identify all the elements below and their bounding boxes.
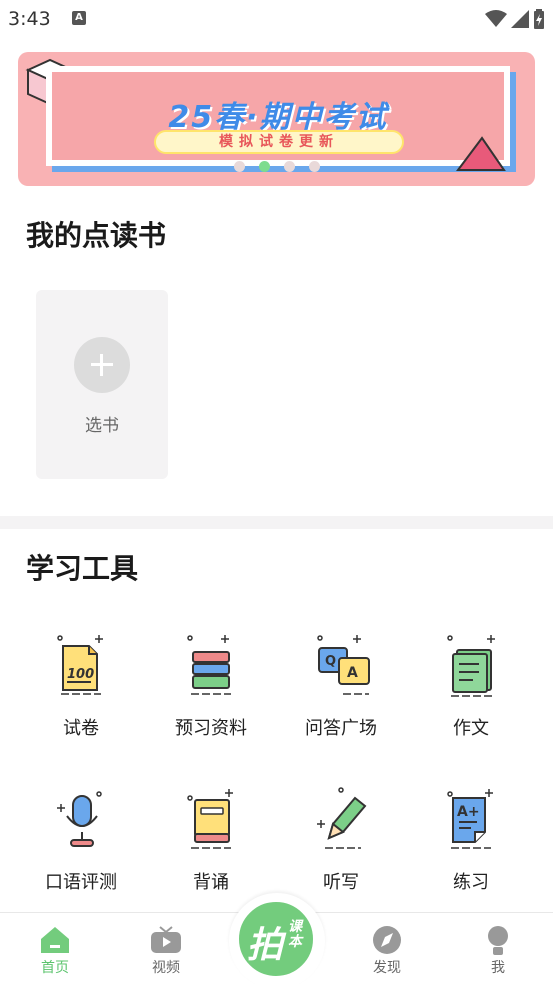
tool-dictation[interactable]: 听写 — [275, 786, 407, 896]
tool-exam[interactable]: 100 试卷 — [15, 632, 147, 742]
pencil-icon — [317, 787, 367, 849]
add-book-label: 选书 — [85, 416, 119, 436]
nav-label: 我 — [491, 960, 505, 976]
promo-banner[interactable]: 25春·期中考试 模拟试卷更新 — [18, 52, 535, 186]
center-button-small-label: 课本 — [288, 919, 302, 950]
svg-text:A+: A+ — [457, 804, 480, 820]
compass-icon — [373, 926, 401, 954]
banner-subtitle: 模拟试卷更新 — [154, 130, 404, 154]
tool-label: 预习资料 — [175, 718, 247, 739]
yellow-book-icon — [187, 789, 233, 849]
tool-preview[interactable]: 预习资料 — [145, 632, 277, 742]
nav-label: 视频 — [152, 960, 180, 976]
section-divider — [0, 516, 553, 529]
tools-title: 学习工具 — [26, 552, 139, 585]
notification-a-icon: A — [72, 11, 86, 25]
status-time: 3:43 — [8, 8, 51, 30]
tool-label: 练习 — [453, 872, 489, 893]
book-stack-icon — [187, 635, 231, 695]
tool-oral[interactable]: 口语评测 — [15, 786, 147, 896]
wifi-icon — [485, 10, 507, 27]
nav-me[interactable]: 我 — [458, 913, 538, 984]
banner-frame: 25春·期中考试 模拟试卷更新 — [46, 66, 510, 166]
scan-textbook-button[interactable]: 拍 课本 — [236, 899, 316, 979]
svg-text:Q: Q — [325, 654, 336, 669]
tool-label: 作文 — [453, 718, 489, 739]
pagination-dot[interactable] — [283, 161, 295, 172]
tool-recite[interactable]: 背诵 — [145, 786, 277, 896]
home-icon — [41, 927, 69, 953]
status-icons — [485, 9, 545, 29]
nav-home[interactable]: 首页 — [15, 913, 95, 984]
nav-video[interactable]: 视频 — [126, 913, 206, 984]
center-button-main-label: 拍 — [247, 925, 284, 966]
tool-label: 试卷 — [63, 718, 99, 739]
tool-label: 背诵 — [193, 872, 229, 893]
tool-qa[interactable]: Q A 问答广场 — [275, 632, 407, 742]
nav-label: 发现 — [373, 960, 401, 976]
svg-text:100: 100 — [67, 667, 94, 682]
nav-discover[interactable]: 发现 — [347, 913, 427, 984]
pagination-dot-active[interactable] — [258, 161, 270, 172]
my-books-title: 我的点读书 — [26, 219, 167, 252]
nav-label: 首页 — [41, 960, 69, 976]
qa-bubbles-icon: Q A — [317, 635, 370, 695]
banner-pagination — [18, 161, 535, 172]
tool-essay[interactable]: 作文 — [405, 632, 537, 742]
tool-label: 听写 — [323, 872, 359, 893]
a-plus-sheet-icon: A+ — [447, 789, 493, 849]
user-icon — [488, 926, 508, 955]
plus-icon — [74, 337, 130, 393]
signal-icon — [511, 10, 529, 28]
tool-label: 问答广场 — [305, 718, 377, 739]
notebook-icon — [447, 635, 495, 697]
tv-icon — [151, 926, 181, 953]
add-book-card[interactable]: 选书 — [36, 290, 168, 479]
pagination-dot[interactable] — [233, 161, 245, 172]
tool-label: 口语评测 — [45, 872, 117, 893]
pagination-dot[interactable] — [308, 161, 320, 172]
battery-icon — [534, 9, 544, 29]
exam-paper-icon: 100 — [57, 635, 103, 695]
status-bar: 3:43 A — [0, 0, 553, 38]
svg-text:A: A — [347, 665, 358, 681]
tool-practice[interactable]: A+ 练习 — [405, 786, 537, 896]
microphone-icon — [57, 791, 102, 847]
